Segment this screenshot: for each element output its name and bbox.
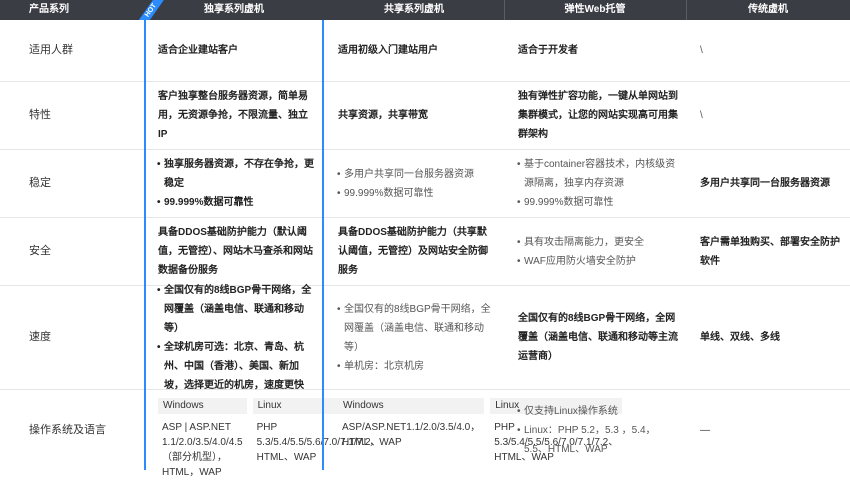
header-divider <box>686 0 687 20</box>
row-audience: 适用人群 适合企业建站客户 适用初级入门建站用户 适合于开发者 \ <box>0 20 850 82</box>
row-label: 特性 <box>29 109 51 121</box>
header-product-series: 产品系列 <box>0 0 144 20</box>
cell-traditional: \ <box>700 45 703 56</box>
cell-traditional: 单线、双线、多线 <box>700 332 780 343</box>
row-label: 速度 <box>29 331 51 343</box>
os-table: Windows ASP/ASP.NET1.1/2.0/3.5/4.0，HTML，… <box>338 398 623 465</box>
cell-elastic: 独有弹性扩容功能，一键从单网站到集群模式，让您的网站实现高可用集群架构 <box>518 91 678 140</box>
list-item: 单机房：北京机房 <box>337 357 494 376</box>
list-item: 全国仅有的8线BGP骨干网络，全网覆盖（涵盖电信、联通和移动等） <box>337 300 494 357</box>
cell-exclusive: 全国仅有的8线BGP骨干网络，全网覆盖（涵盖电信、联通和移动等）全球机房可选：北… <box>144 281 324 391</box>
cell-traditional: 多用户共享同一台服务器资源 <box>700 178 830 189</box>
list-item: 99.999%数据可靠性 <box>157 193 314 212</box>
list-item: 仅支持Linux操作系统 <box>517 402 678 421</box>
header-traditional-vhost: 传统虚机 <box>686 0 850 20</box>
cell-traditional: 客户需单独购买、部署安全防护软件 <box>700 236 840 267</box>
cell-exclusive: 独享服务器资源，不存在争抢，更稳定99.999%数据可靠性 <box>144 150 324 217</box>
os-table: Windows ASP | ASP.NET 1.1/2.0/3.5/4.0/4.… <box>158 398 385 480</box>
row-label: 稳定 <box>29 177 51 189</box>
cell-exclusive: 客户独享整台服务器资源，简单易用，无资源争抢，不限流量、独立IP <box>158 91 308 140</box>
row-label: 操作系统及语言 <box>29 423 106 436</box>
row-features: 特性 客户独享整台服务器资源，简单易用，无资源争抢，不限流量、独立IP 共享资源… <box>0 82 850 150</box>
list-item: 具有攻击隔离能力，更安全 <box>517 233 678 252</box>
header-shared-vhost: 共享系列虚机 <box>324 0 504 20</box>
list-item: 全国仅有的8线BGP骨干网络，全网覆盖（涵盖电信、联通和移动等） <box>157 281 314 338</box>
list-item: 独享服务器资源，不存在争抢，更稳定 <box>157 155 314 193</box>
cell-shared: 具备DDOS基础防护能力（共享默认阈值，无管控）及网站安全防御服务 <box>338 227 488 276</box>
cell-shared: 共享资源，共享带宽 <box>338 110 428 121</box>
row-label: 适用人群 <box>29 44 73 56</box>
cell-elastic: 适合于开发者 <box>518 45 578 56</box>
header-exclusive-vhost: 独享系列虚机 <box>144 0 324 20</box>
cell-elastic: 基于container容器技术，内核级资源隔离，独享内存资源99.999%数据可… <box>504 150 686 217</box>
list-item: WAF应用防火墙安全防护 <box>517 252 678 271</box>
row-os: 操作系统及语言 Windows ASP | ASP.NET 1.1/2.0/3.… <box>0 390 850 478</box>
row-stability: 稳定 独享服务器资源，不存在争抢，更稳定99.999%数据可靠性 多用户共享同一… <box>0 150 850 218</box>
os-windows-langs: ASP | ASP.NET 1.1/2.0/3.5/4.0/4.5（部分机型），… <box>162 422 243 478</box>
row-security: 安全 具备DDOS基础防护能力（默认阈值，无管控）、网站木马查杀和网站数据备份服… <box>0 218 850 286</box>
list-item: 99.999%数据可靠性 <box>517 193 678 212</box>
cell-elastic: 具有攻击隔离能力，更安全WAF应用防火墙安全防护 <box>504 218 686 285</box>
list-item: 基于container容器技术，内核级资源隔离，独享内存资源 <box>517 155 678 193</box>
list-item: Linux：PHP 5.2，5.3 ，5.4， 5.5、HTML、WAP <box>517 421 678 459</box>
row-speed: 速度 全国仅有的8线BGP骨干网络，全网覆盖（涵盖电信、联通和移动等）全球机房可… <box>0 281 850 391</box>
header-divider <box>504 0 505 20</box>
cell-traditional: — <box>700 424 710 436</box>
cell-shared: 适用初级入门建站用户 <box>338 45 438 56</box>
list-item: 多用户共享同一台服务器资源 <box>337 165 494 184</box>
cell-shared: Windows ASP/ASP.NET1.1/2.0/3.5/4.0，HTML，… <box>324 390 623 470</box>
list-item: 99.999%数据可靠性 <box>337 184 494 203</box>
cell-elastic: 仅支持Linux操作系统Linux：PHP 5.2，5.3 ，5.4， 5.5、… <box>504 390 686 470</box>
header-elastic-web: 弹性Web托管 <box>504 0 686 20</box>
cell-exclusive: 具备DDOS基础防护能力（默认阈值，无管控）、网站木马查杀和网站数据备份服务 <box>158 227 313 276</box>
featured-column-border-left <box>144 20 146 470</box>
list-item: 全球机房可选：北京、青岛、杭州、中国（香港）、美国、新加坡，选择更近的机房，速度… <box>157 338 314 395</box>
cell-traditional: \ <box>700 110 703 121</box>
cell-elastic: 全国仅有的8线BGP骨干网络，全网覆盖（涵盖电信、联通和移动等主流运营商） <box>518 313 678 362</box>
cell-shared: 多用户共享同一台服务器资源99.999%数据可靠性 <box>324 150 504 217</box>
cell-shared: 全国仅有的8线BGP骨干网络，全网覆盖（涵盖电信、联通和移动等）单机房：北京机房 <box>324 286 504 389</box>
comparison-table: 产品系列 独享系列虚机 共享系列虚机 弹性Web托管 传统虚机 HOT 适用人群… <box>0 0 850 478</box>
os-windows-langs: ASP/ASP.NET1.1/2.0/3.5/4.0，HTML，WAP <box>342 422 481 448</box>
os-header-windows: Windows <box>158 398 247 414</box>
cell-exclusive: 适合企业建站客户 <box>158 45 238 56</box>
featured-column-border-right <box>322 20 324 470</box>
row-label: 安全 <box>29 245 51 257</box>
cell-exclusive: Windows ASP | ASP.NET 1.1/2.0/3.5/4.0/4.… <box>144 390 385 478</box>
os-header-windows: Windows <box>338 398 485 414</box>
hot-badge: HOT <box>137 0 165 20</box>
